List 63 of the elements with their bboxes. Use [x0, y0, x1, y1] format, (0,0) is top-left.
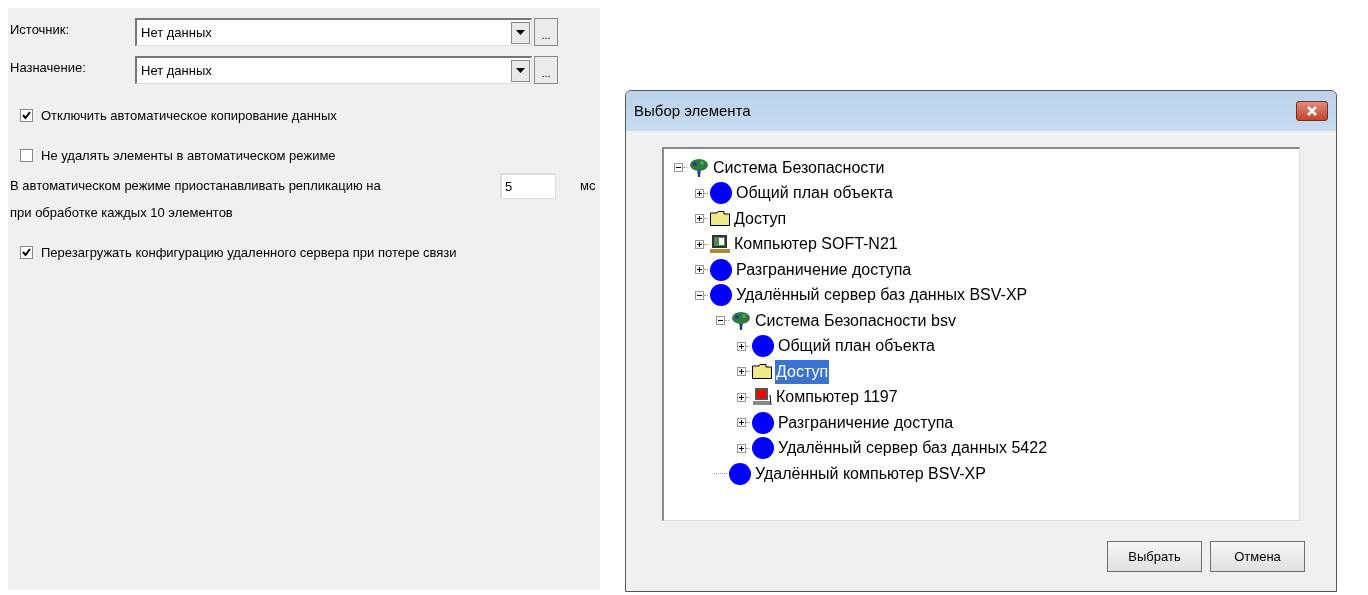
expand-toggle[interactable] — [737, 367, 746, 377]
close-button[interactable] — [1296, 101, 1328, 121]
expand-toggle[interactable] — [737, 341, 746, 351]
circle-icon — [729, 462, 751, 485]
tree-item[interactable]: Компьютер SOFT-N21 — [733, 232, 899, 257]
computer-icon — [752, 387, 772, 408]
collapse-toggle[interactable] — [695, 290, 704, 300]
expand-toggle[interactable] — [737, 418, 746, 428]
circle-icon — [710, 284, 732, 307]
pause-label: В автоматическом режиме приостанавливать репликацию на — [10, 177, 382, 196]
tree-item[interactable]: Разграничение доступа — [777, 410, 955, 435]
dropdown-field[interactable]: Нет данных — [135, 56, 532, 84]
computer-icon — [710, 234, 730, 255]
tree-item[interactable]: Компьютер 1197 — [775, 385, 899, 410]
close-icon — [1306, 106, 1318, 116]
expand-toggle[interactable] — [695, 265, 704, 275]
pause-note: при обработке каждых 10 элементов — [10, 204, 234, 222]
circle-icon — [710, 258, 732, 281]
tree-item[interactable]: Доступ — [733, 206, 788, 231]
tree-item[interactable]: Доступ — [775, 359, 830, 384]
tree-item[interactable]: Система Безопасности bsv — [754, 308, 957, 333]
caret-icon — [516, 30, 525, 35]
collapse-toggle[interactable] — [716, 316, 725, 326]
folder-icon — [710, 211, 730, 227]
checkbox[interactable] — [20, 245, 33, 259]
dropdown-button[interactable] — [511, 21, 530, 44]
browse-button[interactable]: ... — [534, 56, 558, 84]
dropdown-button[interactable] — [511, 59, 530, 82]
circle-icon — [752, 335, 774, 358]
dialog-button[interactable]: Отмена — [1210, 541, 1305, 572]
browse-button[interactable]: ... — [534, 18, 558, 46]
tree-item[interactable]: Общий план объекта — [735, 181, 894, 206]
tree-icon — [731, 310, 751, 331]
expand-toggle[interactable] — [737, 443, 746, 453]
tree-item[interactable]: Удалённый компьютер BSV-XP — [754, 461, 987, 486]
collapse-toggle[interactable] — [674, 163, 683, 173]
tree-item[interactable]: Общий план объекта — [777, 334, 936, 359]
checkbox-label: Отключить автоматическое копирование данных — [41, 107, 337, 125]
dropdown-field[interactable]: Нет данных — [135, 18, 532, 46]
field-label: Источник: — [10, 21, 71, 39]
tree-item[interactable]: Удалённый сервер баз данных BSV-XP — [735, 283, 1029, 308]
window-title: Выбор элемента — [634, 100, 751, 121]
tree-icon — [689, 157, 709, 178]
field-label: Назначение: — [10, 59, 87, 77]
circle-icon — [752, 437, 774, 460]
expand-toggle[interactable] — [695, 214, 704, 224]
checkbox-label: Не удалять элементы в автоматическом режиме — [41, 146, 336, 165]
tree-item[interactable]: Система Безопасности — [712, 155, 886, 180]
unit-label: мс — [580, 177, 596, 196]
folder-icon — [752, 364, 772, 380]
checkbox-label: Перезагружать конфигурацию удаленного сервера при потере связи — [41, 243, 457, 262]
checkbox[interactable] — [20, 109, 33, 123]
dialog-button[interactable]: Выбрать — [1107, 541, 1202, 572]
expand-toggle[interactable] — [695, 239, 704, 249]
circle-icon — [710, 182, 732, 205]
caret-icon — [516, 68, 525, 73]
expand-toggle[interactable] — [695, 188, 704, 198]
expand-toggle[interactable] — [737, 392, 746, 402]
circle-icon — [752, 411, 774, 434]
tree-item[interactable]: Удалённый сервер баз данных 5422 — [777, 436, 1049, 461]
checkbox[interactable] — [20, 148, 33, 162]
delay-input[interactable]: 5 — [500, 173, 556, 199]
tree-item[interactable]: Разграничение доступа — [735, 257, 913, 282]
